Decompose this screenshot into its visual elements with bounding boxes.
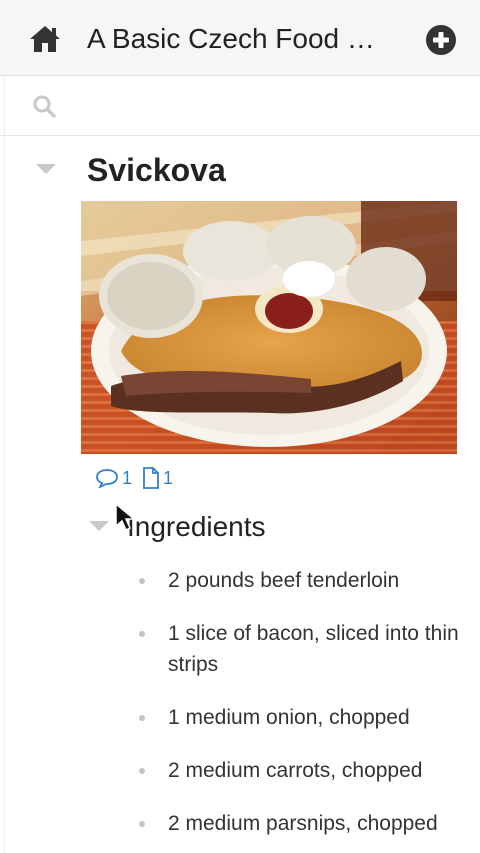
- collapse-caret-icon[interactable]: [89, 521, 109, 531]
- search-icon: [33, 95, 56, 118]
- attachments-link[interactable]: 1: [142, 467, 173, 489]
- outline-rule: [4, 76, 5, 853]
- search-input[interactable]: [66, 86, 456, 126]
- food-photo: [81, 201, 457, 454]
- page-title: A Basic Czech Food …: [87, 23, 375, 54]
- add-circle-icon: [426, 25, 456, 55]
- comment-icon: [96, 469, 118, 488]
- add-button[interactable]: [425, 24, 457, 56]
- list-item[interactable]: 1 slice of bacon, sliced into thin strip…: [135, 618, 465, 680]
- list-item[interactable]: 2 pounds beef tenderloin: [135, 565, 465, 596]
- document-icon: [143, 467, 159, 489]
- list-item[interactable]: 2 medium parsnips, chopped: [135, 808, 465, 839]
- mouse-cursor-icon: [115, 502, 136, 532]
- comments-link[interactable]: 1: [95, 468, 132, 489]
- svickova-image: [81, 201, 457, 454]
- node-meta: 1 1: [95, 466, 173, 490]
- list-item[interactable]: 2 medium carrots, chopped: [135, 755, 465, 786]
- section-title: Ingredients: [127, 511, 266, 542]
- home-button[interactable]: [28, 24, 62, 54]
- comments-count: 1: [122, 467, 133, 488]
- list-item[interactable]: 1 medium onion, chopped: [135, 702, 465, 733]
- attachments-count: 1: [163, 467, 174, 488]
- ingredients-list: 2 pounds beef tenderloin 1 slice of baco…: [135, 565, 465, 853]
- node-title: Svickova: [87, 152, 226, 188]
- home-icon: [30, 26, 60, 52]
- app-header: A Basic Czech Food …: [0, 0, 480, 76]
- collapse-caret-icon[interactable]: [36, 164, 56, 174]
